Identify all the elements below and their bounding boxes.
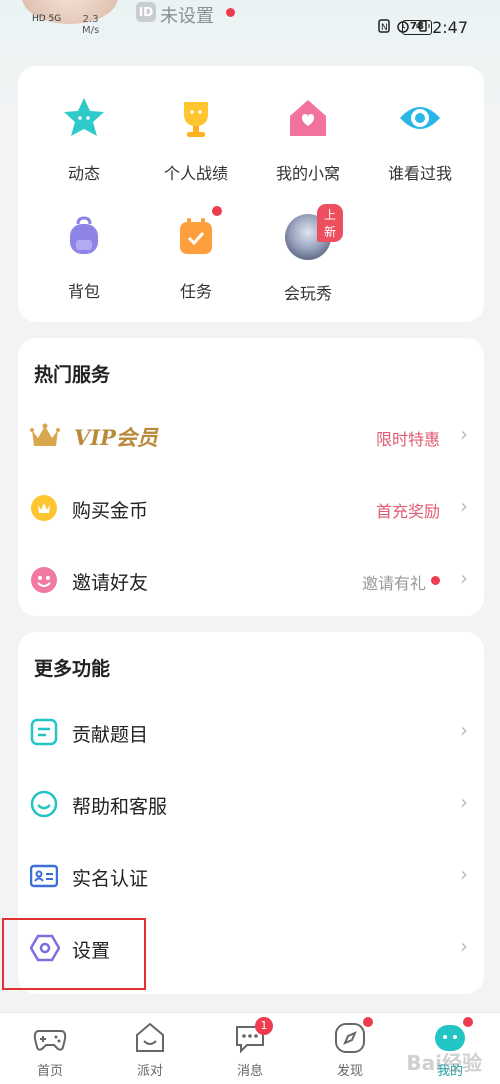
chevron-right-icon: › <box>460 494 468 518</box>
settings-highlight-box <box>2 918 146 990</box>
grid-label: 会玩秀 <box>283 284 332 303</box>
discover-red-dot <box>363 1017 373 1027</box>
avatar-show-icon: 上新 <box>285 204 344 260</box>
invite-red-dot <box>431 576 440 585</box>
mine-red-dot <box>463 1017 473 1027</box>
crown-icon <box>30 422 60 450</box>
grid-item-task[interactable]: 任务 <box>138 206 254 302</box>
nav-label: 消息 <box>236 1064 263 1079</box>
watermark-logo: Bai经验 <box>406 1051 482 1075</box>
nfc-icon: N <box>378 19 391 33</box>
nickname[interactable]: 未设置 <box>160 2 214 28</box>
grid-label: 个人战绩 <box>163 164 228 183</box>
task-icon <box>174 206 222 258</box>
nav-label: 派对 <box>136 1064 163 1079</box>
network-speed-value: 2.3 <box>82 14 99 25</box>
row-verify[interactable]: 实名认证 › <box>18 848 484 904</box>
grid-item-home[interactable]: 我的小窝 <box>250 96 366 184</box>
clock: 2:47 <box>432 18 468 37</box>
chat-bubble-icon: 1 <box>233 1017 273 1055</box>
bottom-nav: 首页 派对 1 消息 发现 我的 Bai经验 <box>0 1012 500 1084</box>
quick-entries-card: 动态 个人战绩 我的小窝 谁看过我 背包 任务 上新 会玩秀 <box>18 66 484 322</box>
grid-item-show[interactable]: 上新 会玩秀 <box>250 204 366 304</box>
headset-icon <box>30 790 58 818</box>
eye-icon <box>398 96 442 140</box>
coin-icon <box>30 494 58 522</box>
section-title: 更多功能 <box>34 658 111 680</box>
status-bar: HD 5G 2.3 M/s ID 未设置 N 78 2:47 <box>0 0 500 50</box>
row-help[interactable]: 帮助和客服 › <box>18 776 484 832</box>
id-badge-icon: ID <box>136 2 156 22</box>
document-icon <box>30 718 58 746</box>
network-speed-unit: M/s <box>82 25 100 36</box>
row-contribute[interactable]: 贡献题目 › <box>18 704 484 760</box>
house-icon <box>286 96 330 140</box>
party-house-icon <box>133 1021 167 1055</box>
chevron-right-icon: › <box>460 790 468 814</box>
nav-messages[interactable]: 1 消息 <box>210 1017 290 1079</box>
row-label: 实名认证 <box>72 868 149 890</box>
smile-face-icon <box>30 566 58 594</box>
row-label: VIP会员 <box>74 425 158 450</box>
row-label: 购买金币 <box>72 500 149 522</box>
grid-label: 任务 <box>179 282 212 301</box>
row-invite[interactable]: 邀请好友 邀请有礼 › <box>18 552 484 608</box>
nav-home[interactable]: 首页 <box>10 1021 90 1079</box>
grid-item-backpack[interactable]: 背包 <box>26 214 142 302</box>
grid-item-dynamic[interactable]: 动态 <box>26 96 142 184</box>
promo-text: 限时特惠 <box>375 430 440 449</box>
chevron-right-icon: › <box>460 422 468 446</box>
chevron-right-icon: › <box>460 566 468 590</box>
row-label: 贡献题目 <box>72 724 149 746</box>
id-card-icon <box>29 862 59 890</box>
nav-discover[interactable]: 发现 <box>310 1017 390 1079</box>
new-badge: 上新 <box>317 204 344 242</box>
battery-indicator: 78 <box>402 20 432 35</box>
network-speed: 2.3 M/s <box>82 14 99 36</box>
row-vip[interactable]: VIP会员 限时特惠 › <box>18 408 484 464</box>
hot-services-card: 热门服务 VIP会员 限时特惠 › 购买金币 首充奖励 › 邀请好友 邀请有礼 … <box>18 338 484 616</box>
grid-item-visitors[interactable]: 谁看过我 <box>362 96 478 184</box>
grid-label: 背包 <box>67 282 100 301</box>
task-red-dot <box>212 206 222 216</box>
network-indicator: HD 5G <box>32 14 62 24</box>
grid-item-record[interactable]: 个人战绩 <box>138 96 254 184</box>
gamepad-icon <box>33 1021 67 1055</box>
star-icon <box>62 96 106 140</box>
nickname-red-dot <box>226 8 235 17</box>
chevron-right-icon: › <box>460 862 468 886</box>
compass-icon <box>333 1017 373 1055</box>
nav-label: 首页 <box>36 1064 63 1079</box>
grid-label: 我的小窝 <box>275 164 340 183</box>
row-label: 邀请好友 <box>72 572 149 594</box>
grid-label: 动态 <box>67 164 100 183</box>
svg-text:N: N <box>381 23 390 33</box>
promo-text: 首充奖励 <box>375 502 440 521</box>
promo-text: 邀请有礼 <box>361 574 426 593</box>
row-label: 帮助和客服 <box>72 796 168 818</box>
message-count-badge: 1 <box>255 1017 273 1035</box>
grid-label: 谁看过我 <box>387 164 452 183</box>
chevron-right-icon: › <box>460 718 468 742</box>
nav-label: 发现 <box>336 1064 363 1079</box>
backpack-icon <box>62 214 106 258</box>
nav-party[interactable]: 派对 <box>110 1021 190 1079</box>
chevron-right-icon: › <box>460 934 468 958</box>
row-buy-coins[interactable]: 购买金币 首充奖励 › <box>18 480 484 536</box>
trophy-icon <box>174 96 218 140</box>
section-title: 热门服务 <box>34 364 111 386</box>
